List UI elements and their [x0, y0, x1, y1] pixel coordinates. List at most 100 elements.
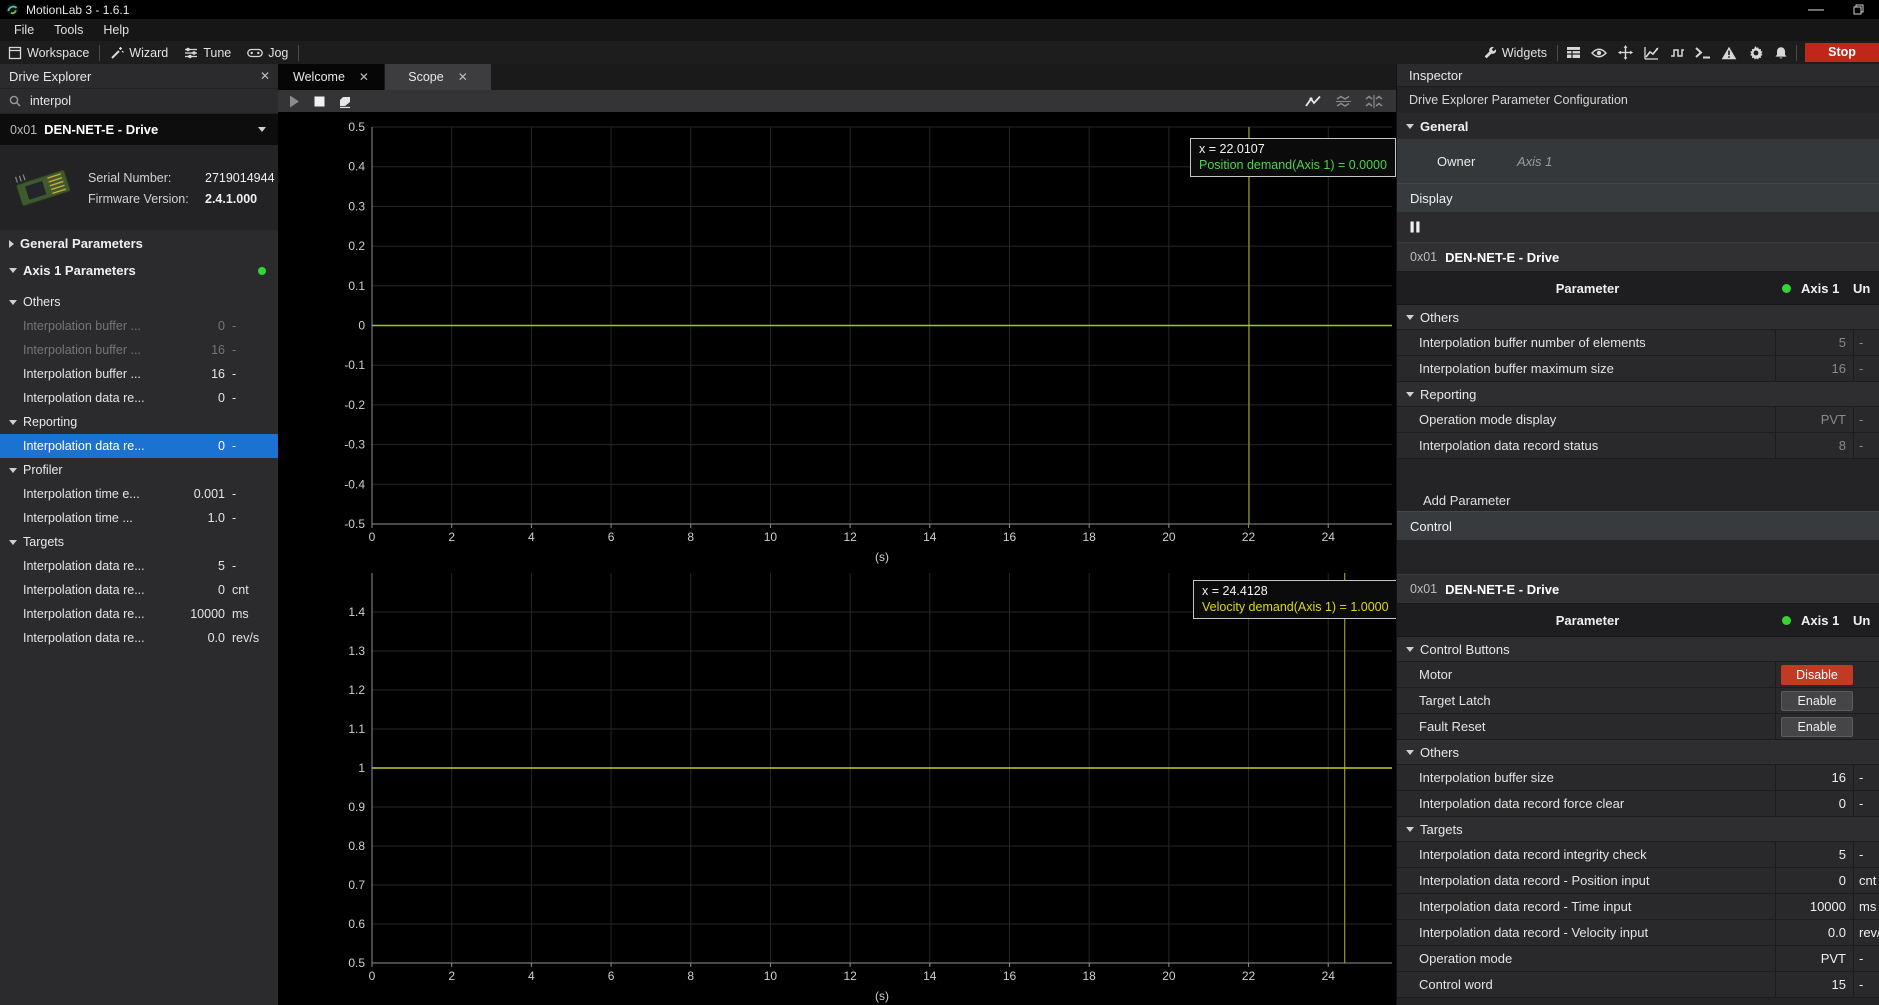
velocity-demand-chart[interactable]: 1.41.31.21.110.90.80.70.60.5024681012141… — [322, 567, 1396, 1005]
tree-param-row-selected[interactable]: Interpolation data re...0- — [0, 434, 278, 458]
group-axis1-parameters[interactable]: Axis 1 Parameters — [0, 257, 278, 284]
tree-param-row[interactable]: Interpolation buffer ...16- — [0, 338, 278, 362]
table-row[interactable]: Operation mode displayPVT- — [1397, 407, 1879, 433]
svg-text:(s): (s) — [875, 989, 889, 1003]
stop-record-button[interactable] — [307, 96, 332, 107]
chevron-down-icon — [1406, 315, 1414, 320]
owner-row: Owner Axis 1 — [1397, 139, 1879, 183]
display-section-others[interactable]: Others — [1397, 305, 1879, 330]
scope-chart-button[interactable] — [1638, 46, 1664, 60]
play-button[interactable] — [282, 95, 307, 108]
table-row[interactable]: Operation modePVT- — [1397, 946, 1879, 972]
chevron-down-icon — [9, 300, 17, 305]
table-widget-button[interactable] — [1560, 46, 1586, 59]
stop-button[interactable]: Stop — [1805, 43, 1879, 62]
warnings-button[interactable] — [1716, 46, 1742, 60]
table-row[interactable]: Interpolation buffer maximum size16- — [1397, 356, 1879, 382]
tree-param-row[interactable]: Interpolation buffer ...0- — [0, 314, 278, 338]
terminal-button[interactable] — [1690, 47, 1716, 59]
svg-text:6: 6 — [608, 969, 615, 983]
motion-move-button[interactable] — [1612, 45, 1638, 60]
settings-gear-button[interactable] — [1742, 45, 1768, 60]
tree-param-row[interactable]: Interpolation time e...0.001- — [0, 482, 278, 506]
signal-stacked-icon[interactable] — [1335, 94, 1352, 109]
menu-file[interactable]: File — [0, 23, 44, 37]
table-row[interactable]: Interpolation data record - Velocity inp… — [1397, 920, 1879, 946]
search-input[interactable] — [28, 93, 242, 109]
position-demand-chart[interactable]: 0.50.40.30.20.10-0.1-0.2-0.3-0.4-0.50246… — [322, 121, 1396, 569]
svg-text:-0.4: -0.4 — [344, 477, 365, 491]
table-row[interactable]: Interpolation data record - Position inp… — [1397, 868, 1879, 894]
pause-icon[interactable] — [1410, 221, 1420, 233]
svg-text:24: 24 — [1322, 969, 1336, 983]
display-section-reporting[interactable]: Reporting — [1397, 382, 1879, 407]
table-row-fault-reset: Fault Reset Enable — [1397, 714, 1879, 740]
tree-section-targets[interactable]: Targets — [0, 530, 278, 554]
chevron-down-icon — [9, 420, 17, 425]
workspace-icon — [8, 46, 22, 60]
table-row[interactable]: Interpolation data record force clear0- — [1397, 791, 1879, 817]
table-row[interactable]: Interpolation data record integrity chec… — [1397, 842, 1879, 868]
close-icon[interactable]: ✕ — [252, 69, 278, 83]
tune-button[interactable]: Tune — [176, 41, 239, 64]
tree-param-row[interactable]: Interpolation data re...0.0rev/s — [0, 626, 278, 650]
inspector-title: Inspector — [1397, 64, 1879, 87]
table-row[interactable]: Interpolation buffer number of elements5… — [1397, 330, 1879, 356]
tree-section-profiler[interactable]: Profiler — [0, 458, 278, 482]
axis-status-dot — [258, 267, 266, 275]
tree-param-row[interactable]: Interpolation time ...1.0- — [0, 506, 278, 530]
wrench-icon — [1483, 46, 1497, 60]
menu-bar: File Tools Help — [0, 19, 1879, 42]
svg-text:0.4: 0.4 — [348, 160, 365, 174]
tree-param-row[interactable]: Interpolation data re...0- — [0, 386, 278, 410]
widgets-button[interactable]: Widgets — [1475, 41, 1555, 64]
tree-section-others[interactable]: Others — [0, 290, 278, 314]
clear-eraser-button[interactable] — [332, 95, 357, 108]
tab-scope[interactable]: Scope ✕ — [385, 64, 491, 90]
target-latch-enable-button[interactable]: Enable — [1781, 691, 1853, 711]
chevron-down-icon — [1406, 647, 1414, 652]
restore-button[interactable] — [1853, 4, 1871, 15]
tab-welcome[interactable]: Welcome ✕ — [278, 64, 384, 90]
control-section-band[interactable]: Control — [1397, 511, 1879, 540]
tree-param-row[interactable]: Interpolation buffer ...16- — [0, 362, 278, 386]
general-section-header[interactable]: General — [1397, 113, 1879, 139]
jog-button[interactable]: Jog — [239, 41, 296, 64]
control-section-buttons[interactable]: Control Buttons — [1397, 637, 1879, 662]
workspace-button[interactable]: Workspace — [0, 41, 97, 64]
add-parameter-button[interactable]: Add Parameter — [1397, 489, 1879, 511]
svg-text:0.6: 0.6 — [348, 917, 365, 931]
display-section-band[interactable]: Display — [1397, 183, 1879, 212]
search-bar[interactable] — [0, 89, 278, 114]
owner-value[interactable]: Axis 1 — [1517, 154, 1552, 169]
signal-grid-icon[interactable] — [1365, 94, 1384, 109]
svg-text:10: 10 — [764, 530, 778, 544]
group-general-parameters[interactable]: General Parameters — [0, 230, 278, 257]
table-row[interactable]: Control word15- — [1397, 972, 1879, 998]
control-section-others[interactable]: Others — [1397, 740, 1879, 765]
signal-single-icon[interactable] — [1305, 94, 1322, 109]
menu-help[interactable]: Help — [93, 23, 139, 37]
minimize-button[interactable]: — — [1807, 1, 1825, 19]
table-row[interactable]: Interpolation data record status8- — [1397, 433, 1879, 459]
tree-section-reporting[interactable]: Reporting — [0, 410, 278, 434]
device-selector[interactable]: 0x01 DEN-NET-E - Drive — [0, 114, 278, 145]
table-row[interactable]: Interpolation buffer size16- — [1397, 765, 1879, 791]
table-row[interactable]: Interpolation data record - Time input10… — [1397, 894, 1879, 920]
tree-param-row[interactable]: Interpolation data re...10000ms — [0, 602, 278, 626]
watch-eye-button[interactable] — [1586, 47, 1612, 59]
close-icon[interactable]: ✕ — [359, 70, 369, 84]
control-table-header: Parameter Axis 1 Un — [1397, 604, 1879, 637]
signal-wave-button[interactable] — [1664, 47, 1690, 59]
motor-disable-button[interactable]: Disable — [1781, 665, 1853, 685]
fault-reset-enable-button[interactable]: Enable — [1781, 717, 1853, 737]
table-row-motor: Motor Disable — [1397, 662, 1879, 688]
close-icon[interactable]: ✕ — [458, 70, 468, 84]
notifications-bell-button[interactable] — [1768, 46, 1794, 60]
tree-param-row[interactable]: Interpolation data re...5- — [0, 554, 278, 578]
bell-icon — [1774, 46, 1788, 60]
tree-param-row[interactable]: Interpolation data re...0cnt — [0, 578, 278, 602]
wizard-button[interactable]: Wizard — [102, 41, 176, 64]
control-section-targets[interactable]: Targets — [1397, 817, 1879, 842]
menu-tools[interactable]: Tools — [44, 23, 93, 37]
